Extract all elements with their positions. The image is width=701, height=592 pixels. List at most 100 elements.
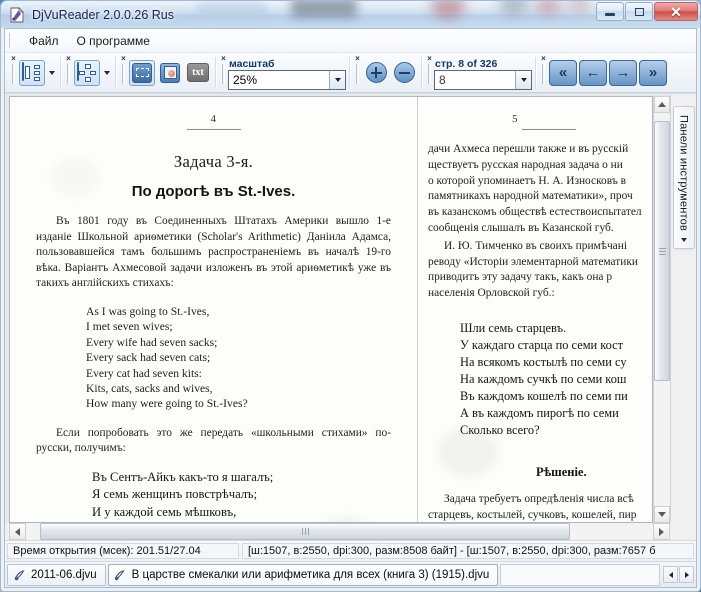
drag-grip[interactable] [222,64,225,84]
text-line: населенія Орловской губ.: [428,287,555,300]
toolbar-group-handle[interactable]: × [425,53,434,92]
close-group-icon[interactable]: × [427,55,432,63]
status-open-time: Время открытия (мсек): 201.51/27.04 [7,543,239,559]
verse-russian: Въ Сентъ-Айкъ какъ-то я шагалъ; Я семь ж… [92,469,391,522]
drag-grip[interactable] [428,64,431,84]
close-group-icon[interactable]: × [121,55,126,63]
horizontal-scrollbar[interactable] [9,523,670,540]
toolbar-group-handle[interactable]: × [9,53,18,92]
desktop-bleed-blob [431,1,465,19]
chevron-down-icon [680,238,687,243]
toolbar-group-handle[interactable]: × [64,53,73,92]
chevron-down-icon [334,77,341,82]
toolbars-panel-tab[interactable]: Панели инструментов [672,106,695,250]
drag-grip[interactable] [356,64,359,84]
thumbnails-layout-button[interactable] [19,59,45,86]
next-page-button[interactable]: → [609,59,637,86]
text-line: сообщенія слышалъ въ Казанской губ. [428,221,614,234]
text-line: памятникахъ народной математики», проч [428,190,633,203]
toolbar-separator [421,56,422,89]
first-page-button[interactable]: « [549,59,577,86]
menu-about[interactable]: О программе [68,31,159,51]
txt-icon: txt [187,63,209,82]
drag-grip[interactable] [122,64,125,84]
zoom-out-button[interactable] [391,60,417,86]
right-dock-panel: Панели инструментов [670,94,696,523]
close-group-icon[interactable]: × [221,55,226,63]
toolbar-group-handle[interactable]: × [353,53,362,92]
scrollbar-corner [670,523,696,540]
vertical-scroll-thumb[interactable] [654,121,670,381]
triangle-right-icon [684,571,689,578]
text-line: дачи Ахмеса перешли также и въ русскій [428,143,629,155]
previous-page-button[interactable]: ← [579,59,607,86]
menu-file[interactable]: Файл [20,31,68,51]
close-group-icon[interactable]: × [541,55,546,63]
triangle-up-icon [658,102,666,107]
verse-line: Въ каждомъ кошелѣ по семи пи [460,388,628,403]
window-controls: ✕ [595,2,698,21]
verse-english: As I was going to St.-Ives, I met seven … [86,304,391,412]
toolbar-group-page: × стр. 8 of 326 8 [425,53,532,92]
zoom-combobox[interactable]: 25% [228,69,346,90]
verse-line: Every sack had seven cats; [86,351,211,365]
minimize-icon [605,12,615,16]
verse-line: How many were going to St.-Ives? [86,397,248,411]
text-line: о которой упоминаетъ Н. А. Износковъ в [428,174,626,187]
page-layout-button[interactable] [74,59,100,86]
toolbar-group-layout: × [9,53,57,92]
toolbar-group-handle[interactable]: × [219,53,228,92]
title-bar[interactable]: DjVuReader 2.0.0.26 Rus ✕ [0,0,701,28]
doc-tabs-scroll-right-button[interactable] [679,566,694,583]
close-group-icon[interactable]: × [11,55,16,63]
image-mode-button[interactable] [157,60,183,86]
drag-grip[interactable] [12,64,15,84]
zoom-dropdown-button[interactable] [329,70,345,89]
drag-grip[interactable] [542,64,545,84]
desktop-bleed-blob [535,1,561,15]
horizontal-scroll-track[interactable] [26,523,653,540]
last-page-button[interactable]: » [639,59,667,86]
zoom-in-button[interactable] [363,60,389,86]
page-number-dropdown-button[interactable] [515,70,531,89]
chevron-down-icon [520,77,527,82]
paragraph-1: Въ 1801 году въ Соединенныхъ Штатахъ Аме… [36,215,391,290]
document-tabs-bar: 2011-06.djvu В царстве смекалки или ариф… [5,561,696,587]
text-line: реводу «Исторіи элементарной математики [428,255,638,268]
doc-tab-label: 2011-06.djvu [31,568,97,581]
toolbar-separator [115,56,116,89]
close-group-icon[interactable]: × [66,55,71,63]
verse-line: У каждаго старца по семи кост [460,337,624,352]
close-group-icon[interactable]: × [355,55,360,63]
minimize-button[interactable] [596,2,624,21]
close-button[interactable]: ✕ [654,2,698,21]
select-area-button[interactable] [129,59,155,86]
scroll-right-button[interactable] [653,523,670,540]
toolbar-group-handle[interactable]: × [539,53,548,92]
menu-grip[interactable] [9,33,13,48]
text-line: старцевъ, костылей, сучковъ, кошелей, пи… [428,508,637,521]
vertical-scrollbar[interactable] [653,96,670,523]
page-layout-dropdown[interactable] [101,60,112,86]
doc-tab-2011-06[interactable]: 2011-06.djvu [7,563,106,586]
page-number-combobox[interactable]: 8 [434,69,532,90]
text-mode-button[interactable]: txt [185,60,211,86]
vertical-scroll-track[interactable] [654,113,670,506]
page-viewport[interactable]: 4 Задача 3-я. По дорогѣ въ St.-Ives. Въ … [9,96,653,523]
toolbar-group-tools: × txt [119,53,212,92]
maximize-button[interactable] [625,2,653,21]
drag-grip[interactable] [67,64,70,84]
grip-dots-icon [658,247,666,255]
page-number-left: 4 [210,113,217,125]
horizontal-scroll-thumb[interactable] [40,523,570,540]
thumbnails-layout-dropdown[interactable] [46,60,57,86]
right-page-block-1: дачи Ахмеса перешли также и въ русскій щ… [418,142,652,237]
scroll-left-button[interactable] [9,523,26,540]
doc-tab-smekalki[interactable]: В царстве смекалки или арифметика для вс… [107,563,499,586]
scroll-down-button[interactable] [654,506,670,523]
scroll-up-button[interactable] [654,96,670,113]
toolbar-group-handle[interactable]: × [119,53,128,92]
status-bar: Время открытия (мсек): 201.51/27.04 [ш:1… [5,540,696,561]
doc-tabs-scroll-left-button[interactable] [663,566,678,583]
verse-line: Every cat had seven kits: [86,366,202,380]
